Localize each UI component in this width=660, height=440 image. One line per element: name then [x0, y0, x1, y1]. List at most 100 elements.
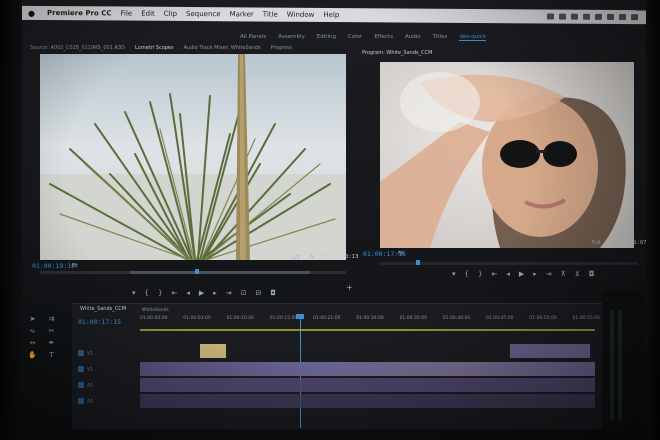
track-target-icon[interactable] [78, 398, 84, 404]
mark-out-icon[interactable]: } [478, 270, 482, 278]
program-panel-tabs: Program: White_Sands_CCM [362, 50, 432, 56]
source-resolution-select[interactable]: 1/2 [292, 255, 300, 261]
tab-lumetri-scopes[interactable]: Lumetri Scopes [135, 45, 174, 51]
workspace-audio[interactable]: Audio [405, 34, 421, 41]
source-add-button-icon[interactable]: + [346, 283, 353, 292]
hand-tool-icon[interactable]: ✋ [28, 351, 37, 359]
play-icon[interactable]: ▶ [519, 270, 524, 278]
step-back-icon[interactable]: ◂ [506, 270, 510, 278]
workspace-titles[interactable]: Titles [433, 34, 448, 41]
mark-in-icon[interactable]: { [465, 270, 469, 278]
track-header-a2[interactable]: A2 [78, 398, 138, 411]
apple-icon[interactable]: ● [28, 8, 38, 17]
step-back-icon[interactable]: ◂ [186, 289, 190, 297]
workspace-color[interactable]: Color [348, 34, 362, 41]
status-icon[interactable] [547, 13, 554, 20]
add-marker-icon[interactable]: ▾ [132, 289, 136, 297]
mark-out-icon[interactable]: } [158, 289, 162, 297]
play-icon[interactable]: ▶ [199, 289, 204, 297]
status-icon[interactable] [571, 13, 578, 20]
tab-source[interactable]: Source: A002_C028_0119R5_001.R3D [30, 45, 125, 51]
program-resolution-select[interactable]: Full [592, 240, 601, 246]
video-clip[interactable] [200, 344, 226, 358]
go-to-out-icon[interactable]: ⇥ [546, 270, 552, 278]
source-monitor-viewer[interactable] [40, 54, 346, 260]
track-header-v1[interactable]: V1 [78, 366, 138, 379]
workspace-effects[interactable]: Effects [374, 34, 393, 41]
program-playhead[interactable] [416, 260, 420, 265]
track-target-icon[interactable] [78, 350, 84, 356]
source-fit-select[interactable]: Fit [72, 263, 78, 269]
extract-icon[interactable]: ⊻ [575, 270, 580, 278]
overwrite-icon[interactable]: ⊟ [256, 289, 262, 297]
audio-clip[interactable] [140, 378, 595, 392]
status-icon[interactable] [559, 13, 566, 20]
go-to-out-icon[interactable]: ⇥ [226, 289, 232, 297]
menu-help[interactable]: Help [323, 11, 339, 19]
menu-edit[interactable]: Edit [141, 10, 155, 18]
ripple-edit-tool-icon[interactable]: ⟛ [28, 327, 37, 335]
program-scrub-bar[interactable] [380, 260, 638, 265]
video-clip[interactable] [140, 362, 595, 376]
workspace-dev-quick[interactable]: dev-quick [459, 34, 487, 41]
video-clip[interactable] [510, 344, 590, 358]
menu-clip[interactable]: Clip [164, 10, 177, 18]
track-header-v2[interactable]: V1 [78, 350, 138, 363]
menu-file[interactable]: File [121, 10, 133, 18]
video-track-1[interactable] [140, 362, 600, 376]
pen-tool-icon[interactable]: ✒ [47, 339, 56, 347]
audio-track-2[interactable] [140, 394, 600, 408]
audio-meter-right [618, 310, 622, 420]
video-track-2[interactable] [140, 344, 600, 358]
status-icon[interactable] [607, 13, 614, 20]
wrench-icon[interactable]: ✎ [310, 254, 315, 261]
insert-icon[interactable]: ⊡ [241, 289, 247, 297]
track-target-icon[interactable] [78, 382, 84, 388]
track-select-tool-icon[interactable]: ⇉ [47, 315, 56, 323]
mark-in-icon[interactable]: { [145, 289, 149, 297]
type-tool-icon[interactable]: T [47, 351, 56, 359]
workspace-editing[interactable]: Editing [317, 34, 336, 41]
menu-sequence[interactable]: Sequence [186, 10, 221, 18]
lift-icon[interactable]: ⊼ [561, 270, 566, 278]
razor-tool-icon[interactable]: ✂ [47, 327, 56, 335]
program-fit-select[interactable]: Fit [398, 251, 404, 257]
add-marker-icon[interactable]: ▾ [452, 270, 456, 278]
workspace-all-panels[interactable]: All Panels [240, 34, 266, 41]
menu-window[interactable]: Window [287, 11, 315, 19]
slip-tool-icon[interactable]: ↔ [28, 339, 37, 347]
status-icon[interactable] [595, 13, 602, 20]
export-frame-icon[interactable]: ◘ [589, 270, 595, 278]
go-to-in-icon[interactable]: ⇤ [171, 289, 177, 297]
tab-program[interactable]: Program: White_Sands_CCM [362, 50, 432, 56]
sequence-label: WhiteSands [142, 308, 169, 313]
timeline-timecode[interactable]: 01:00:17:15 [78, 318, 121, 326]
status-icon[interactable] [583, 13, 590, 20]
menu-title[interactable]: Title [263, 11, 278, 19]
work-area-bar[interactable] [140, 329, 595, 331]
export-frame-icon[interactable]: ◘ [270, 289, 276, 297]
step-forward-icon[interactable]: ▸ [213, 289, 217, 297]
screen: ● Premiere Pro CC File Edit Clip Sequenc… [0, 0, 660, 440]
tab-sequence[interactable]: White_Sands_CCM [80, 306, 126, 312]
step-forward-icon[interactable]: ▸ [533, 270, 537, 278]
status-icon[interactable] [619, 13, 626, 21]
program-monitor-viewer[interactable] [380, 62, 634, 248]
source-scrub-bar[interactable] [40, 269, 346, 274]
go-to-in-icon[interactable]: ⇤ [491, 270, 497, 278]
selection-tool-icon[interactable]: ➤ [28, 315, 37, 323]
source-timecode[interactable]: 01:00:19:10 [32, 262, 75, 270]
timeline-ruler[interactable]: 01:00:00:00 01:00:03:00 01:00:10:00 01:0… [140, 316, 600, 324]
status-icon[interactable] [631, 14, 638, 21]
audio-clip[interactable] [140, 394, 595, 408]
tab-progress[interactable]: Progress [271, 45, 292, 51]
track-header-a1[interactable]: A1 [78, 382, 138, 395]
menu-app[interactable]: Premiere Pro CC [47, 9, 112, 17]
tab-audio-track-mixer[interactable]: Audio Track Mixer: WhiteSands [184, 45, 261, 51]
workspace-assembly[interactable]: Assembly [278, 34, 305, 41]
menu-marker[interactable]: Marker [230, 10, 254, 18]
audio-track-1[interactable] [140, 378, 600, 392]
timeline-playhead-handle[interactable] [296, 314, 304, 319]
source-playhead[interactable] [195, 269, 199, 274]
track-target-icon[interactable] [78, 366, 84, 372]
